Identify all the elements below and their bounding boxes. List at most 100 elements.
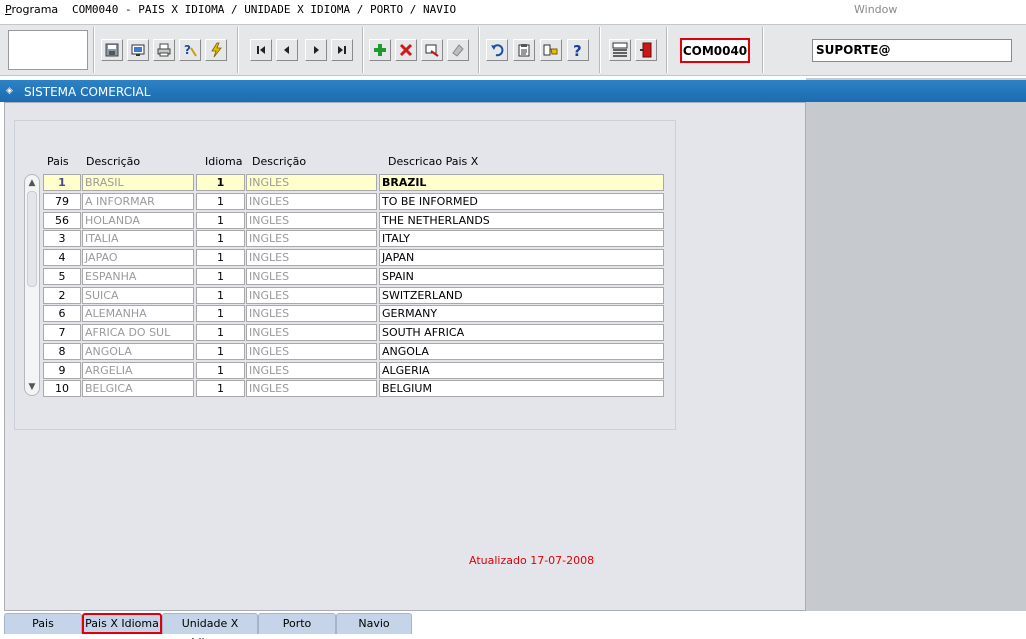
last-record-button[interactable] <box>331 39 353 61</box>
plus-icon <box>374 44 386 56</box>
cell-pais[interactable]: 10 <box>43 380 81 397</box>
toolbar-separator <box>599 27 601 73</box>
cell-pais[interactable]: 8 <box>43 343 81 360</box>
cell-descricao-pais[interactable]: BELGIUM <box>379 380 664 397</box>
cell-descricao-pais[interactable]: BRAZIL <box>379 174 664 191</box>
clipboard-icon <box>518 44 530 57</box>
insert-record-button[interactable] <box>369 39 391 61</box>
window-title-bar: ◈ SISTEMA COMERCIAL <box>0 80 1026 102</box>
cell-idioma-descricao: INGLES <box>246 305 377 322</box>
cell-descricao: ARGELIA <box>82 362 194 379</box>
cell-idioma-descricao: INGLES <box>246 362 377 379</box>
next-record-button[interactable] <box>305 39 327 61</box>
cell-idioma[interactable]: 1 <box>196 287 245 304</box>
undo-button[interactable] <box>486 39 508 61</box>
cell-idioma[interactable]: 1 <box>196 230 245 247</box>
first-record-button[interactable] <box>250 39 272 61</box>
updated-label: Atualizado 17-07-2008 <box>469 554 595 567</box>
exit-door-icon <box>640 42 652 58</box>
cell-pais[interactable]: 79 <box>43 193 81 210</box>
cell-pais[interactable]: 5 <box>43 268 81 285</box>
menu-button[interactable] <box>609 39 631 61</box>
header-descricao: Descrição <box>86 155 141 168</box>
cell-idioma[interactable]: 1 <box>196 362 245 379</box>
window-title: SISTEMA COMERCIAL <box>24 85 151 99</box>
exit-button[interactable] <box>635 39 657 61</box>
cell-descricao-pais[interactable]: ALGERIA <box>379 362 664 379</box>
cell-descricao: A INFORMAR <box>82 193 194 210</box>
undo-icon <box>491 44 504 57</box>
options-button[interactable] <box>540 39 562 61</box>
cell-pais[interactable]: 6 <box>43 305 81 322</box>
cell-idioma[interactable]: 1 <box>196 268 245 285</box>
cell-descricao: ALEMANHA <box>82 305 194 322</box>
scroll-down-icon[interactable]: ▼ <box>27 382 37 392</box>
cell-descricao-pais[interactable]: JAPAN <box>379 249 664 266</box>
clear-record-button[interactable] <box>447 39 469 61</box>
cell-descricao-pais[interactable]: ANGOLA <box>379 343 664 360</box>
vertical-scrollbar[interactable]: ▲ ▼ <box>24 174 40 396</box>
header-idioma-descricao: Descrição <box>252 155 307 168</box>
delete-record-button[interactable] <box>395 39 417 61</box>
cell-descricao-pais[interactable]: SPAIN <box>379 268 664 285</box>
print-button[interactable] <box>153 39 175 61</box>
cell-pais[interactable]: 2 <box>43 287 81 304</box>
printer-icon <box>157 43 171 57</box>
cell-idioma[interactable]: 1 <box>196 174 245 191</box>
cell-pais[interactable]: 56 <box>43 212 81 229</box>
cell-pais[interactable]: 9 <box>43 362 81 379</box>
cell-idioma-descricao: INGLES <box>246 230 377 247</box>
cell-descricao-pais[interactable]: THE NETHERLANDS <box>379 212 664 229</box>
scroll-up-icon[interactable]: ▲ <box>27 178 37 188</box>
help-button[interactable]: ? <box>567 39 589 61</box>
cell-idioma[interactable]: 1 <box>196 212 245 229</box>
tab-pais-x-idioma[interactable]: Pais X Idioma <box>82 613 162 634</box>
menu-window[interactable]: Window <box>854 3 897 16</box>
duplicate-icon <box>425 44 439 57</box>
header-pais: Pais <box>47 155 69 168</box>
cell-descricao-pais[interactable]: GERMANY <box>379 305 664 322</box>
cell-idioma[interactable]: 1 <box>196 380 245 397</box>
cell-idioma[interactable]: 1 <box>196 324 245 341</box>
tab-navio[interactable]: Navio <box>336 613 412 634</box>
save-button[interactable] <box>101 39 123 61</box>
cell-idioma-descricao: INGLES <box>246 343 377 360</box>
monitor-icon <box>131 44 145 56</box>
tools-button[interactable] <box>205 39 227 61</box>
tab-porto[interactable]: Porto <box>258 613 336 634</box>
cell-idioma-descricao: INGLES <box>246 287 377 304</box>
cell-idioma[interactable]: 1 <box>196 343 245 360</box>
print-screen-button[interactable] <box>127 39 149 61</box>
help-icon: ? <box>573 42 582 58</box>
cell-pais[interactable]: 3 <box>43 230 81 247</box>
toolbar-separator <box>666 27 668 73</box>
logo-box <box>8 30 88 70</box>
cell-idioma-descricao: INGLES <box>246 174 377 191</box>
cell-idioma[interactable]: 1 <box>196 193 245 210</box>
clipboard-button[interactable] <box>513 39 535 61</box>
help-query-button[interactable]: ? <box>179 39 201 61</box>
cell-descricao-pais[interactable]: ITALY <box>379 230 664 247</box>
delete-icon <box>399 43 413 57</box>
toolbar-separator <box>237 27 239 73</box>
previous-record-button[interactable] <box>276 39 298 61</box>
module-code: COM0040 <box>680 38 750 63</box>
cell-idioma-descricao: INGLES <box>246 212 377 229</box>
tab-pais[interactable]: Pais <box>4 613 82 634</box>
duplicate-record-button[interactable] <box>421 39 443 61</box>
eraser-icon <box>452 44 464 57</box>
cell-descricao: BRASIL <box>82 174 194 191</box>
scroll-thumb[interactable] <box>27 191 37 287</box>
cell-idioma[interactable]: 1 <box>196 249 245 266</box>
tab-unidade-x-idioma[interactable]: Unidade X Idioma <box>162 613 258 639</box>
cell-descricao: JAPAO <box>82 249 194 266</box>
cell-descricao-pais[interactable]: TO BE INFORMED <box>379 193 664 210</box>
cell-pais[interactable]: 7 <box>43 324 81 341</box>
cell-descricao-pais[interactable]: SOUTH AFRICA <box>379 324 664 341</box>
toolbar-separator <box>478 27 480 73</box>
menu-programa[interactable]: Programa <box>5 3 58 16</box>
cell-descricao-pais[interactable]: SWITZERLAND <box>379 287 664 304</box>
cell-idioma[interactable]: 1 <box>196 305 245 322</box>
cell-pais[interactable]: 4 <box>43 249 81 266</box>
cell-pais[interactable]: 1 <box>43 174 81 191</box>
